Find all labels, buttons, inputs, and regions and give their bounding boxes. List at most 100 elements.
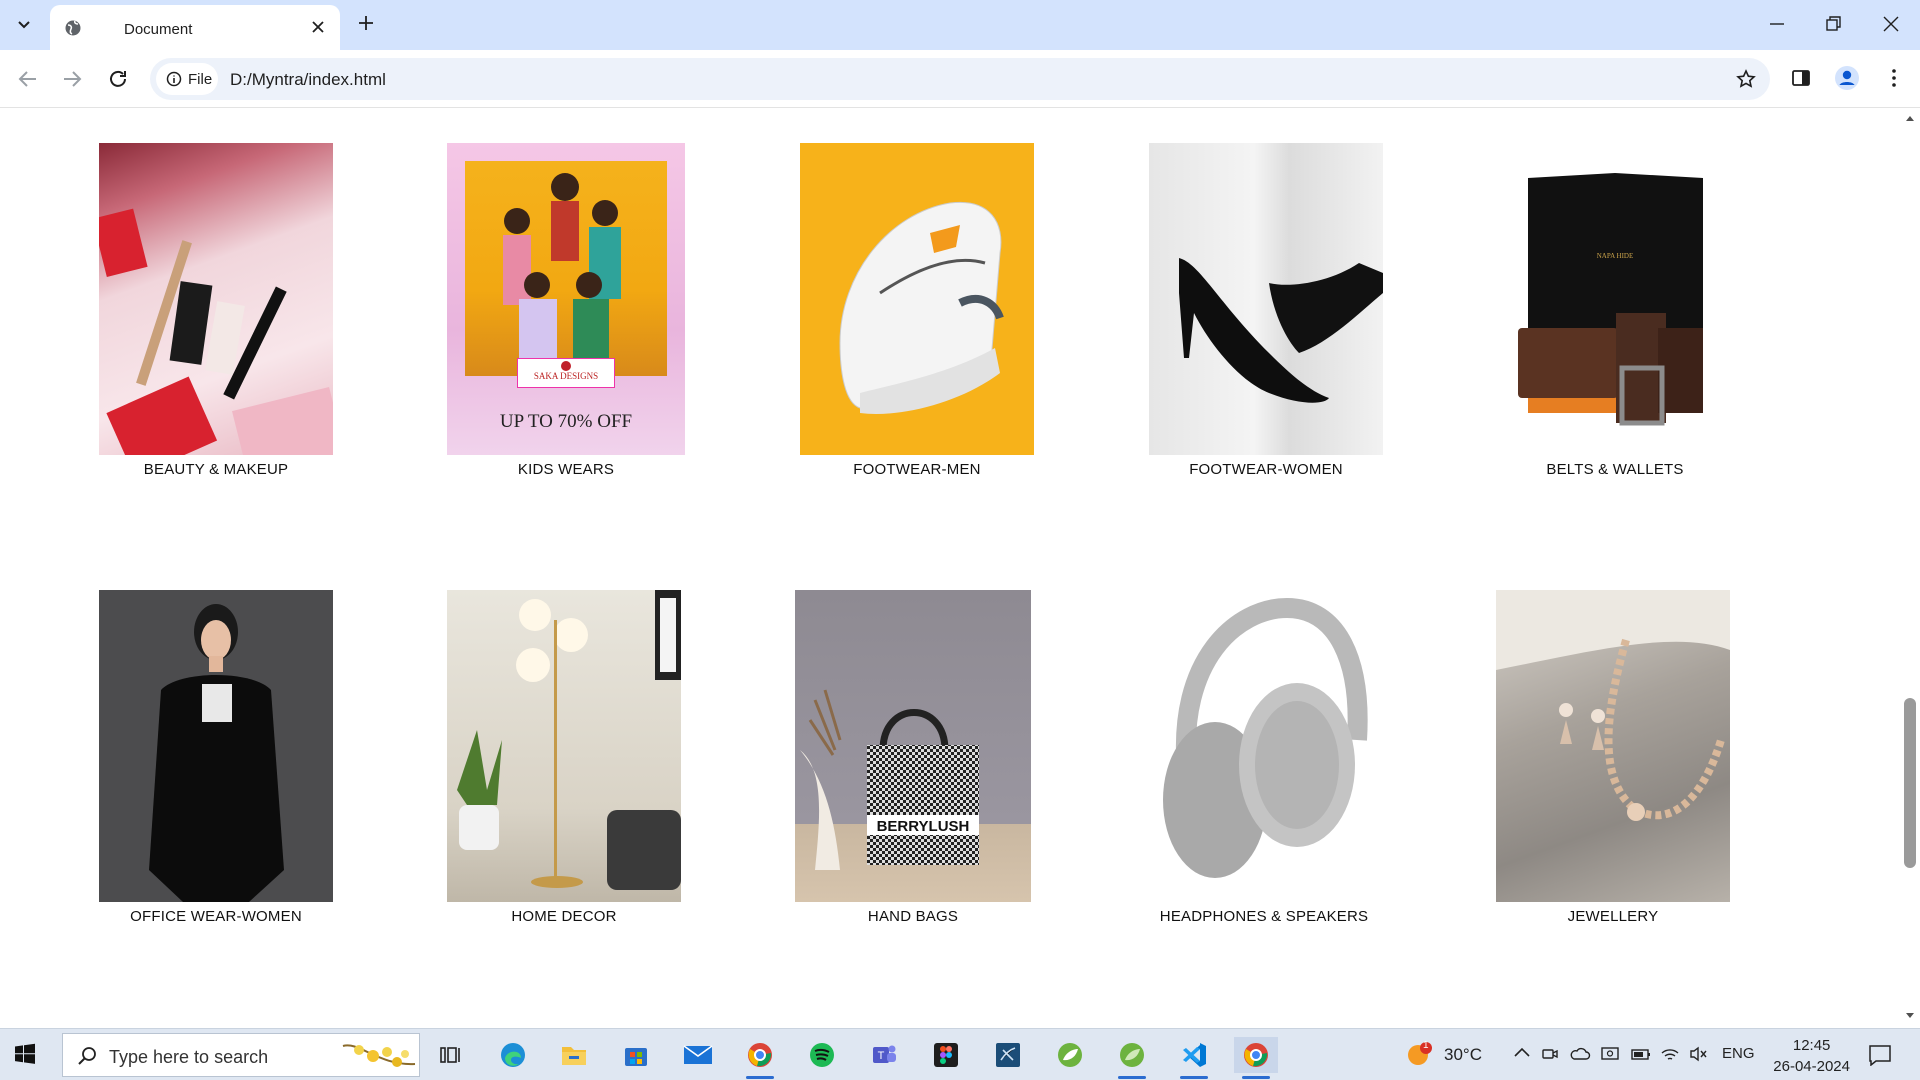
meet-now-icon[interactable] [1541,1045,1559,1063]
headphones-speakers-image[interactable] [1147,590,1381,902]
spring-tool-app[interactable] [1048,1037,1092,1073]
bookmark-star-icon[interactable] [1736,69,1756,89]
close-tab-icon[interactable] [308,17,328,37]
back-icon[interactable] [16,67,40,91]
category-label[interactable]: HAND BAGS [795,908,1031,925]
onedrive-icon[interactable] [1569,1045,1591,1063]
category-card[interactable]: FOOTWEAR-MEN [799,143,1035,478]
site-info-chip[interactable]: File [156,63,218,95]
category-label[interactable]: FOOTWEAR-MEN [799,461,1035,478]
category-card[interactable]: NAPA HIDE BELTS & WALLETS [1497,143,1733,478]
category-card[interactable]: FOOTWEAR-WOMEN [1148,143,1384,478]
bag-brand: BERRYLUSH [877,818,970,835]
reload-icon[interactable] [106,67,130,91]
hand-bags-image[interactable]: BERRYLUSH [795,590,1031,902]
footwear-women-image[interactable] [1149,143,1383,455]
home-decor-image[interactable] [447,590,681,902]
workbench-app[interactable] [986,1037,1030,1073]
spring-tool-app-2[interactable] [1110,1037,1154,1079]
category-card[interactable]: HOME DECOR [447,590,681,925]
category-card[interactable]: BERRYLUSH HAND BAGS [795,590,1031,925]
category-card[interactable]: JEWELLERY [1495,590,1731,925]
weather-icon [1408,1042,1432,1065]
category-label[interactable]: BELTS & WALLETS [1497,461,1733,478]
minimize-icon[interactable] [1767,14,1787,34]
url-text[interactable]: D:/Myntra/index.html [230,70,386,90]
weather-temp: 30°C [1444,1045,1482,1064]
saka-brand: SAKA DESIGNS [533,371,599,381]
heels-illustration [1179,258,1383,403]
category-card[interactable]: SAKA DESIGNS UP TO 70% OFF KIDS WEARS [447,143,685,478]
leaf-icon [1058,1043,1082,1067]
kids-wears-image[interactable]: SAKA DESIGNS UP TO 70% OFF [447,143,685,455]
edge-app[interactable] [491,1037,535,1073]
browser-toolbar: File D:/Myntra/index.html [0,50,1920,108]
restore-icon[interactable] [1823,14,1843,34]
teams-app[interactable]: T [862,1037,906,1073]
tab-strip: Document [0,0,1920,50]
svg-text:T: T [878,1050,885,1062]
task-view-button[interactable] [428,1037,472,1073]
sneakers-illustration [839,201,1004,414]
headphones-illustration [1163,597,1368,878]
belts-wallets-image[interactable]: NAPA HIDE [1498,143,1732,455]
scroll-down-icon[interactable] [1905,1012,1915,1020]
notification-icon[interactable] [1868,1044,1892,1066]
display-icon[interactable] [1600,1045,1620,1063]
jewellery-image[interactable] [1496,590,1730,902]
search-placeholder: Type here to search [109,1047,269,1067]
office-wear-illustration [149,604,284,902]
category-label[interactable]: HEADPHONES & SPEAKERS [1146,908,1382,925]
active-tab[interactable]: Document [50,5,340,50]
file-explorer-app[interactable] [552,1037,596,1073]
close-window-icon[interactable] [1881,14,1901,34]
chevron-down-icon [18,21,30,29]
tab-search-button[interactable] [10,13,38,37]
chrome-app[interactable] [1234,1037,1278,1079]
scroll-up-icon[interactable] [1905,114,1915,122]
task-view-icon [440,1047,460,1063]
page-scrollbar[interactable] [1900,108,1920,1028]
windows-start-icon[interactable] [14,1043,36,1065]
spotify-icon [810,1043,834,1067]
volume-muted-icon[interactable] [1689,1045,1709,1063]
category-label[interactable]: FOOTWEAR-WOMEN [1148,461,1384,478]
spotify-app[interactable] [800,1037,844,1073]
footwear-men-image[interactable] [800,143,1034,455]
store-app[interactable] [614,1037,658,1073]
office-wear-women-image[interactable] [99,590,333,902]
wifi-icon[interactable] [1660,1045,1680,1063]
scroll-thumb[interactable] [1904,698,1916,868]
more-menu-icon[interactable] [1884,67,1904,89]
profile-avatar-icon[interactable] [1834,65,1860,91]
category-label[interactable]: BEAUTY & MAKEUP [98,461,334,478]
vscode-app[interactable] [1172,1037,1216,1079]
teams-icon: T [873,1045,896,1063]
system-clock[interactable]: 12:45 26-04-2024 [1773,1035,1850,1077]
kids-photo [465,161,667,376]
category-label[interactable]: KIDS WEARS [447,461,685,478]
makeup-illustration [99,208,333,455]
category-card[interactable]: OFFICE WEAR-WOMEN [98,590,334,925]
battery-icon[interactable] [1630,1045,1652,1063]
category-label[interactable]: JEWELLERY [1495,908,1731,925]
chrome-profile-app[interactable] [738,1037,782,1079]
side-panel-icon[interactable] [1790,67,1812,89]
kids-offer-text: UP TO 70% OFF [499,411,633,432]
category-label[interactable]: HOME DECOR [447,908,681,925]
new-tab-icon[interactable] [356,13,376,33]
figma-app[interactable] [924,1037,968,1073]
address-bar[interactable]: File D:/Myntra/index.html [150,58,1770,100]
language-indicator[interactable]: ENG [1722,1045,1755,1062]
category-card[interactable]: HEADPHONES & SPEAKERS [1146,590,1382,925]
show-hidden-icons-icon[interactable] [1513,1045,1531,1059]
home-decor-illustration [457,590,681,890]
store-icon [625,1048,647,1066]
category-label[interactable]: OFFICE WEAR-WOMEN [98,908,334,925]
taskbar-search[interactable]: Type here to search [62,1033,420,1077]
category-card[interactable]: BEAUTY & MAKEUP [98,143,334,478]
mail-app[interactable] [676,1037,720,1073]
windows-taskbar: Type here to search T 1 30°C ENG 12:45 2… [0,1028,1920,1080]
forward-icon[interactable] [60,67,84,91]
beauty-makeup-image[interactable] [99,143,333,455]
